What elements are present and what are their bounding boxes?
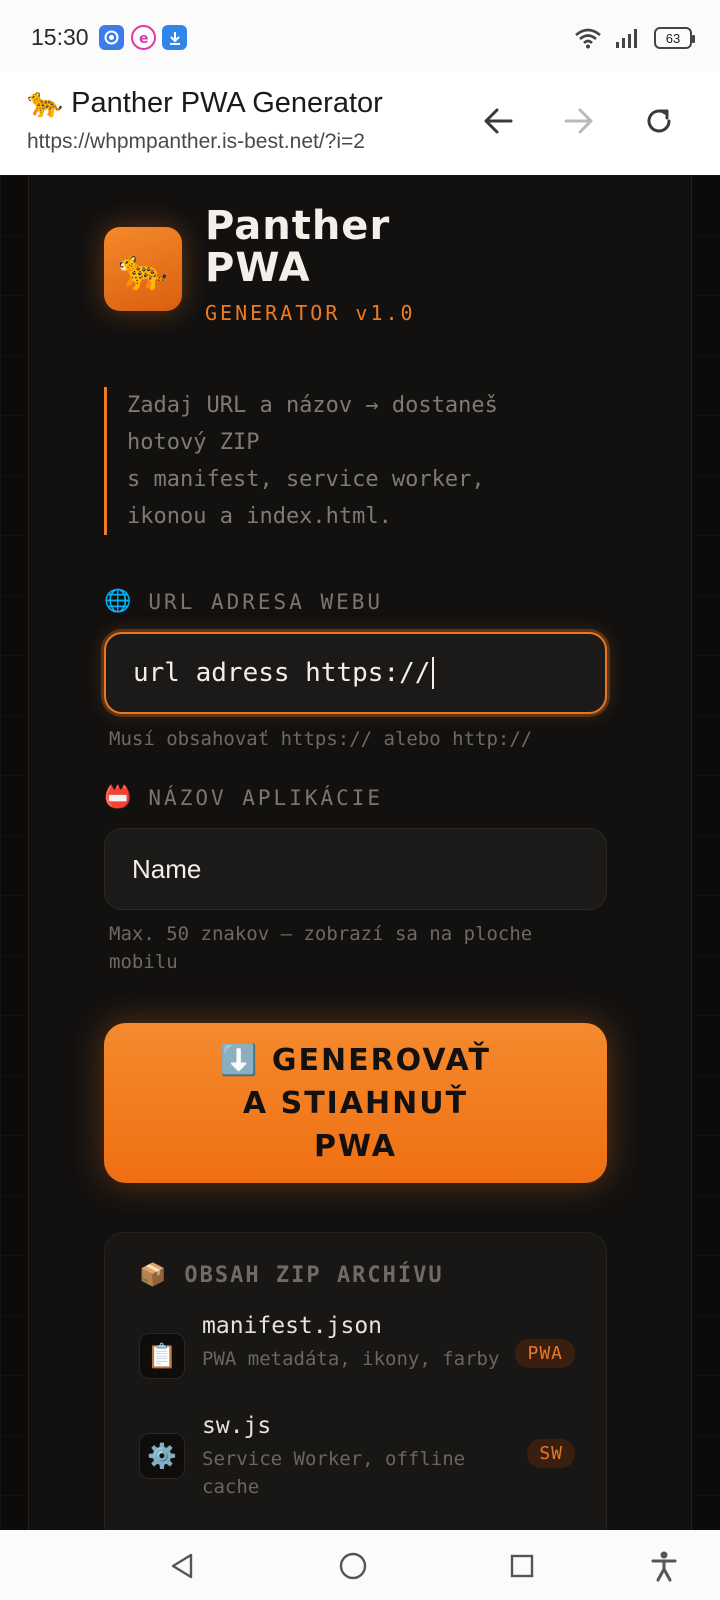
- brand-title: Panther PWA: [205, 205, 390, 289]
- brand-title-line2: PWA: [205, 245, 311, 291]
- battery-level: 63: [665, 30, 681, 46]
- back-arrow-icon[interactable]: [476, 98, 522, 144]
- brand-title-line1: Panther: [205, 203, 391, 249]
- home-circle-icon[interactable]: [331, 1544, 375, 1588]
- generate-button-line: ⬇️ GENEROVAŤ: [220, 1042, 491, 1078]
- url-hint: Musí obsahovať https:// alebo http://: [109, 728, 533, 750]
- reload-icon[interactable]: [636, 98, 682, 144]
- url-input-value: url adress https://: [133, 658, 431, 688]
- package-icon: 📦: [139, 1263, 169, 1288]
- url-field-label: 🌐 URL ADRESA WEBU: [104, 589, 383, 614]
- browser-title-bar: 🐆 Panther PWA Generator https://whpmpant…: [0, 72, 720, 175]
- panther-logo-icon: 🐆: [104, 227, 182, 311]
- system-status-icons: 63: [574, 25, 695, 51]
- download-notification-icon: [162, 25, 187, 50]
- zip-item-badge: PWA: [515, 1339, 575, 1368]
- page-content: 🐆 Panther PWA GENERATOR v1.0 Zadaj URL a…: [0, 175, 720, 1530]
- app-name-input-value: Name: [132, 853, 202, 884]
- url-input[interactable]: url adress https://: [104, 632, 607, 714]
- zip-contents-panel: 📦 OBSAH ZIP ARCHÍVU 📋 manifest.json PWA …: [104, 1232, 607, 1530]
- back-triangle-icon[interactable]: [160, 1544, 204, 1588]
- zip-item-name: sw.js: [202, 1413, 272, 1439]
- globe-icon: 🌐: [104, 589, 135, 614]
- generate-download-button[interactable]: ⬇️ GENEROVAŤ A STIAHNUŤ PWA: [104, 1023, 607, 1183]
- name-label-text: NÁZOV APLIKÁCIE: [148, 785, 384, 810]
- accessibility-icon[interactable]: [642, 1544, 686, 1588]
- main-card: 🐆 Panther PWA GENERATOR v1.0 Zadaj URL a…: [28, 175, 692, 1530]
- browser-notification-icon: [99, 25, 124, 50]
- battery-icon: 63: [654, 27, 695, 49]
- wifi-icon: [575, 28, 601, 49]
- name-hint: Max. 50 znakov — zobrazí sa na ploche mo…: [109, 920, 532, 976]
- description-line: hotový ZIP: [127, 430, 260, 455]
- text-caret: [432, 657, 435, 689]
- brand-subtitle: GENERATOR v1.0: [205, 301, 416, 325]
- description-line: s manifest, service worker,: [127, 467, 485, 492]
- description: Zadaj URL a názov → dostaneš hotový ZIP …: [104, 387, 584, 535]
- app-name-input[interactable]: Name: [104, 828, 607, 910]
- zip-item-desc: PWA metadáta, ikony, farby: [202, 1348, 500, 1370]
- zip-title: 📦 OBSAH ZIP ARCHÍVU: [139, 1263, 444, 1288]
- name-field-label: 📛 NÁZOV APLIKÁCIE: [104, 785, 383, 810]
- signal-icon: [616, 29, 637, 48]
- zip-item-badge: SW: [527, 1439, 575, 1468]
- zip-item-desc: Service Worker, offline cache: [202, 1448, 466, 1498]
- zip-title-text: OBSAH ZIP ARCHÍVU: [184, 1263, 444, 1288]
- description-line: ikonou a index.html.: [127, 504, 392, 529]
- name-badge-icon: 📛: [104, 785, 135, 810]
- page-url[interactable]: https://whpmpanther.is-best.net/?i=2: [27, 130, 365, 154]
- e-app-notification-icon: e: [131, 25, 156, 50]
- gear-icon: ⚙️: [139, 1433, 185, 1479]
- status-time: 15:30: [31, 24, 89, 50]
- description-line: Zadaj URL a názov → dostaneš: [127, 393, 498, 418]
- name-hint-line: Max. 50 znakov — zobrazí sa na ploche: [109, 923, 533, 945]
- generate-button-line: A STIAHNUŤ: [242, 1085, 469, 1121]
- svg-text:e: e: [139, 31, 149, 46]
- status-bar: 15:30 e 63: [0, 0, 720, 72]
- page-title: 🐆 Panther PWA Generator: [27, 87, 383, 119]
- system-nav-bar: [0, 1530, 720, 1600]
- forward-arrow-icon[interactable]: [555, 98, 601, 144]
- url-label-text: URL ADRESA WEBU: [148, 589, 384, 614]
- clipboard-icon: 📋: [139, 1333, 185, 1379]
- recents-square-icon[interactable]: [500, 1544, 544, 1588]
- zip-item-name: manifest.json: [202, 1313, 383, 1339]
- generate-button-line: PWA: [314, 1128, 397, 1164]
- name-hint-line: mobilu: [109, 951, 178, 973]
